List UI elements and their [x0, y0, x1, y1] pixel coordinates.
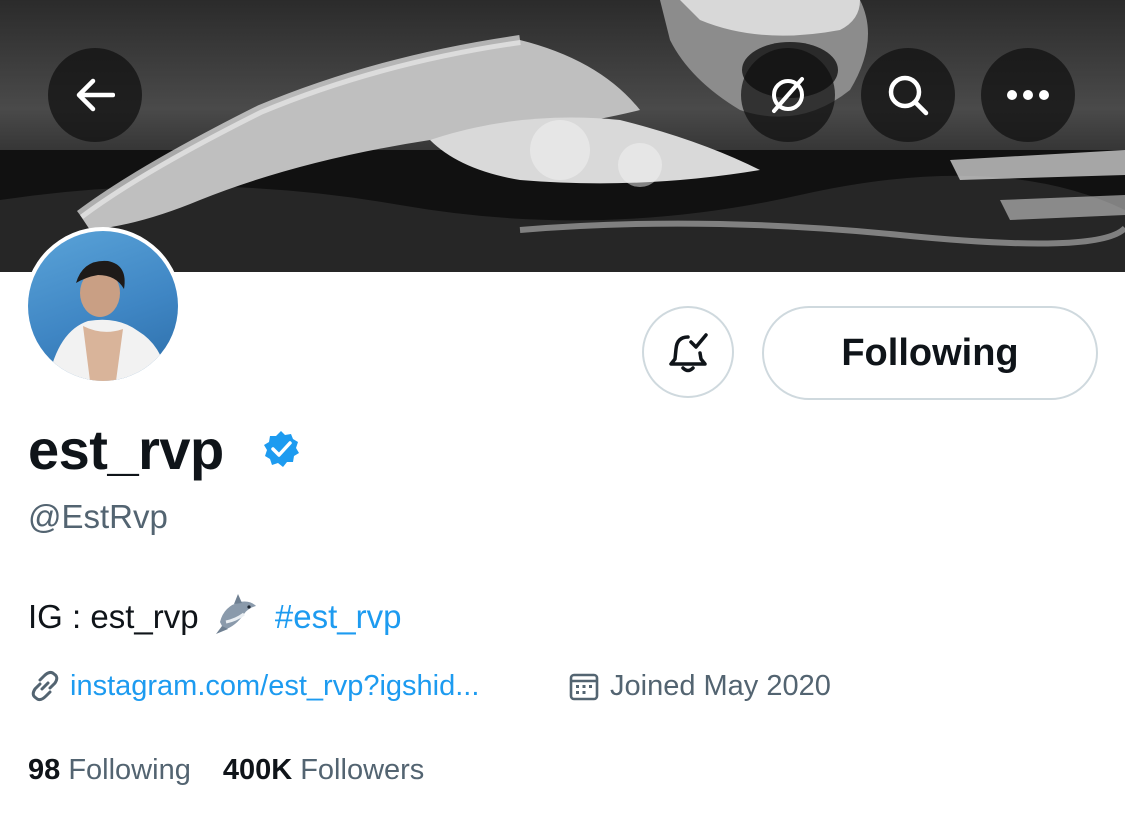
website-row: instagram.com/est_rvp?igshid... — [28, 666, 479, 706]
bio-text: IG : est_rvp — [28, 598, 199, 636]
avatar-image — [48, 260, 168, 381]
arrow-left-icon — [76, 78, 115, 112]
following-button[interactable]: Following — [762, 306, 1098, 400]
slashed-circle-icon — [772, 77, 804, 113]
avatar — [28, 231, 178, 381]
followers-stat[interactable]: 400K Followers — [223, 750, 424, 790]
banner-image — [0, 0, 1125, 272]
avatar-border[interactable] — [24, 227, 182, 385]
following-stat[interactable]: 98 Following — [28, 750, 191, 790]
bio-hashtag-link[interactable]: #est_rvp — [275, 598, 402, 635]
link-icon — [31, 670, 59, 702]
website-link[interactable]: instagram.com/est_rvp?igshid... — [70, 666, 479, 706]
joined-row: Joined May 2020 — [568, 666, 831, 706]
more-button[interactable] — [981, 48, 1075, 142]
verified-badge-icon[interactable] — [262, 430, 300, 468]
more-horizontal-icon — [1007, 90, 1049, 100]
search-icon — [888, 75, 929, 116]
bell-check-icon — [669, 333, 708, 373]
shark-icon — [214, 592, 260, 647]
followers-label: Followers — [300, 754, 425, 786]
follow-stats: 98 Following 400K Followers — [28, 750, 424, 790]
display-name: est_rvp — [28, 418, 224, 481]
joined-date: Joined May 2020 — [610, 670, 831, 702]
bio: IG : est_rvp #est_rvp — [28, 592, 401, 647]
back-button[interactable] — [48, 48, 142, 142]
profile-banner[interactable] — [0, 0, 1125, 272]
grok-button[interactable] — [741, 48, 835, 142]
user-handle: @EstRvp — [28, 498, 168, 535]
notifications-button[interactable] — [642, 306, 734, 398]
calendar-icon — [569, 673, 599, 701]
following-label: Following — [68, 754, 191, 786]
search-button[interactable] — [861, 48, 955, 142]
following-count: 98 — [28, 754, 61, 786]
followers-count: 400K — [222, 754, 293, 786]
